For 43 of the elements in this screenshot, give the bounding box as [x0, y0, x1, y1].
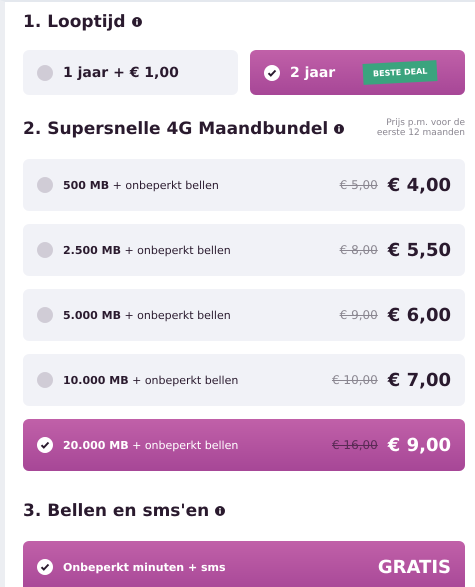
option-label: 20.000 MB + onbeperkt bellen: [63, 438, 238, 452]
bundle-option[interactable]: 5.000 MB + onbeperkt bellen € 9,00 € 6,00: [23, 289, 465, 341]
section-title: 3. Bellen en sms'en: [23, 501, 210, 521]
price: € 5,50: [388, 240, 451, 260]
bundle-option[interactable]: 20.000 MB + onbeperkt bellen € 16,00 € 9,00: [23, 419, 465, 471]
option-label: Onbeperkt minuten + sms: [63, 560, 226, 574]
option-label: 10.000 MB + onbeperkt bellen: [63, 374, 238, 386]
duration-option[interactable]: 1 jaar + € 1,00: [23, 50, 238, 95]
price: € 4,00: [388, 174, 451, 196]
radio-icon: [37, 307, 53, 323]
duration-option[interactable]: 2 jaar BESTE DEAL: [250, 50, 465, 95]
radio-icon: [37, 64, 53, 80]
info-icon: [215, 506, 226, 516]
radio-icon: [37, 372, 53, 388]
old-price: € 8,00: [340, 243, 378, 257]
price: GRATIS: [378, 556, 451, 578]
option-label: 1 jaar + € 1,00: [63, 64, 179, 80]
price-note: Prijs p.m. voor de eerste 12 maanden: [376, 119, 465, 139]
option-label: 2 jaar: [290, 64, 336, 80]
price: € 9,00: [388, 434, 451, 456]
radio-icon: [37, 177, 53, 193]
old-price: € 16,00: [332, 438, 378, 452]
old-price: € 10,00: [332, 373, 378, 387]
old-price: € 5,00: [340, 178, 378, 192]
old-price: € 9,00: [340, 308, 378, 322]
option-label: 500 MB + onbeperkt bellen: [63, 178, 219, 192]
check-icon: [37, 559, 53, 575]
bundle-option[interactable]: 500 MB + onbeperkt bellen € 5,00 € 4,00: [23, 159, 465, 211]
info-icon: [334, 124, 344, 134]
option-label: 2.500 MB + onbeperkt bellen: [63, 244, 231, 256]
info-icon: [132, 17, 142, 27]
price: € 6,00: [388, 304, 451, 326]
bundle-option[interactable]: 2.500 MB + onbeperkt bellen € 8,00 € 5,50: [23, 224, 465, 276]
bundle-option[interactable]: 10.000 MB + onbeperkt bellen € 10,00 € 7,00: [23, 354, 465, 406]
price: € 7,00: [388, 370, 451, 390]
radio-icon: [37, 242, 53, 258]
check-icon: [264, 64, 280, 80]
option-label: 5.000 MB + onbeperkt bellen: [63, 308, 231, 322]
section-title: 1. Looptijd: [23, 12, 126, 32]
deal-badge: BESTE DEAL: [362, 60, 438, 85]
bundle-option[interactable]: Onbeperkt minuten + sms GRATIS: [23, 541, 465, 587]
check-icon: [37, 437, 53, 453]
section-title: 2. Supersnelle 4G Maandbundel: [23, 119, 328, 139]
